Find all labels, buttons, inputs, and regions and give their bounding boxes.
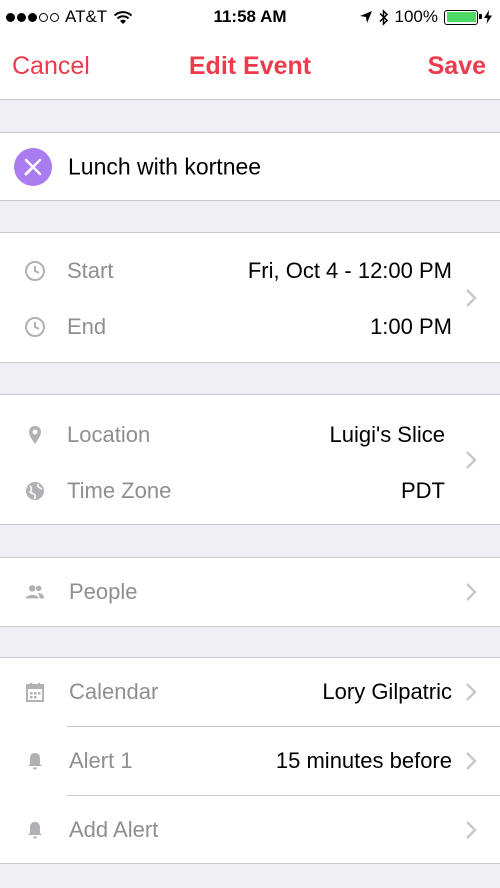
page-title: Edit Event: [188, 52, 312, 80]
people-label: People: [69, 579, 138, 604]
battery-percent: 100%: [394, 7, 438, 26]
location-value: Luigi's Slice: [329, 422, 445, 447]
battery-icon: [444, 9, 482, 25]
location-group[interactable]: Location Luigi's Slice Time Zone PDT: [0, 394, 500, 525]
end-label: End: [67, 314, 107, 339]
chevron-right-icon: [466, 288, 477, 307]
start-label: Start: [67, 258, 114, 283]
alert-1-row[interactable]: Alert 1 15 minutes before: [0, 733, 500, 789]
people-group[interactable]: People: [0, 557, 500, 627]
add-alert-row[interactable]: Add Alert: [0, 802, 500, 858]
people-row[interactable]: People: [0, 564, 500, 620]
divider: [67, 795, 500, 796]
timezone-value: PDT: [401, 478, 445, 503]
event-title-row[interactable]: Lunch with kortnee: [0, 133, 500, 200]
location-arrow-icon: [359, 11, 372, 23]
calendar-icon: [24, 681, 46, 703]
start-value: Fri, Oct 4 - 12:00 PM: [247, 258, 452, 283]
alert-1-label: Alert 1: [69, 748, 133, 773]
bell-icon: [24, 750, 46, 772]
location-label: Location: [67, 422, 151, 447]
end-value: 1:00 PM: [370, 314, 452, 339]
clock-icon: [24, 260, 46, 282]
chevron-right-icon: [466, 752, 477, 770]
chevron-right-icon: [466, 683, 477, 701]
people-icon: [24, 581, 46, 603]
alert-1-value: 15 minutes before: [275, 748, 452, 773]
timezone-label: Time Zone: [67, 478, 172, 503]
event-title-field[interactable]: Lunch with kortnee: [68, 153, 261, 180]
status-bar: AT&T 11:58 AM 100%: [0, 0, 500, 34]
status-right: 100%: [359, 7, 492, 27]
globe-icon: [24, 480, 46, 502]
title-group: Lunch with kortnee: [0, 132, 500, 201]
calendar-row[interactable]: Calendar Lory Gilpatric: [0, 664, 500, 720]
divider: [67, 726, 500, 727]
bluetooth-icon: [378, 8, 388, 26]
chevron-right-icon: [466, 821, 477, 839]
chevron-right-icon: [466, 450, 477, 469]
start-row[interactable]: Start Fri, Oct 4 - 12:00 PM: [0, 243, 500, 299]
add-alert-label: Add Alert: [69, 817, 159, 842]
calendar-alert-group: Calendar Lory Gilpatric Alert 1 15 minut…: [0, 657, 500, 864]
chevron-right-icon: [466, 583, 477, 601]
time-group[interactable]: Start Fri, Oct 4 - 12:00 PM End 1:00 PM: [0, 232, 500, 363]
nav-bar: Cancel Edit Event Save: [0, 34, 500, 100]
location-row[interactable]: Location Luigi's Slice: [0, 407, 500, 463]
calendar-label: Calendar: [69, 679, 159, 704]
fork-knife-icon: [24, 158, 42, 175]
event-category-avatar[interactable]: [14, 147, 52, 186]
end-row[interactable]: End 1:00 PM: [0, 299, 500, 355]
bell-icon: [24, 819, 46, 841]
location-pin-icon: [24, 424, 46, 446]
clock-icon: [24, 316, 46, 338]
timezone-row[interactable]: Time Zone PDT: [0, 463, 500, 519]
save-button[interactable]: Save: [428, 52, 486, 81]
charging-icon: [484, 10, 492, 24]
calendar-value: Lory Gilpatric: [322, 679, 452, 704]
